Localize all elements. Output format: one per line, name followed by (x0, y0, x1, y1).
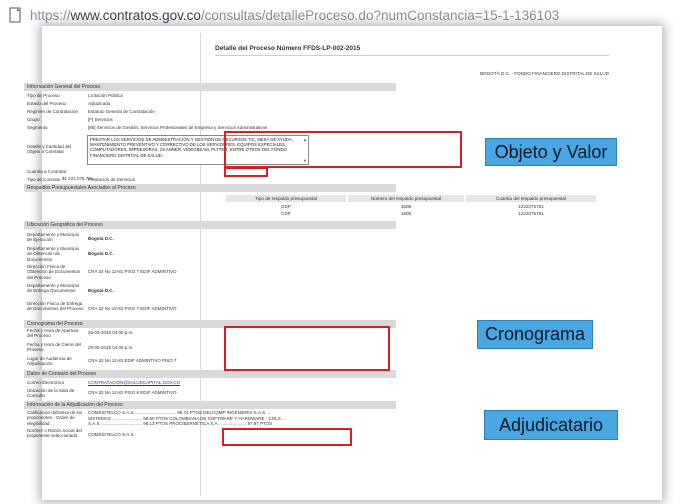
label: Departamento y Municipio de Entrega Docu… (27, 283, 80, 294)
label: Segmento (27, 125, 48, 130)
section-adjudicacion: Información de la Adjudicación del Proce… (24, 401, 396, 409)
value: [F] Servicios (88, 117, 113, 122)
label: Correo Electrónico (27, 380, 65, 385)
section-geografica: Ubicación Geográfica del Proceso (24, 221, 396, 229)
label: Dirección Física de Obtención de Documen… (27, 264, 81, 280)
value: Licitación Pública (88, 93, 123, 98)
callout-cronograma: Cronograma (477, 320, 593, 349)
value: CRA 32 No 12-81 PISO 7 EDIF ADMINTIVO (88, 306, 177, 311)
value: Prestación de Servicios (88, 177, 136, 182)
objeto-highlight (224, 131, 462, 168)
value: COMSISTELCO S.A.S. (88, 432, 135, 437)
label: Departamento y Municipio de Obtención de… (27, 246, 80, 262)
value-line: S.A.S. ................................ … (88, 421, 273, 426)
value: Bogotá D.C. (88, 251, 114, 256)
url-host: www.contratos.gov.co (70, 7, 201, 23)
label: Fecha y Hora de Apertura del Proceso (27, 328, 79, 339)
value: CRA 32 No 12-81 PISO 6 EDIF ADMINTIVO (88, 390, 177, 395)
value: Bogotá D.C. (88, 288, 114, 293)
url-prefix: https:// (30, 7, 71, 23)
table-cell: 1608 (400, 204, 412, 209)
value: CRA 32 No 12-81 EDIF ADMINTIVO PISO 7 (88, 358, 177, 363)
table-cell: 1222075791 (518, 211, 544, 216)
label: Fecha y Hora de Cierre del Proceso (27, 342, 82, 353)
table-cell: 1608 (400, 211, 412, 216)
label: Nombre o Razón Social del proponente sel… (27, 428, 82, 439)
col-header: Tipo de respaldo presupuestal (226, 195, 346, 202)
callout-objeto: Objeto y Valor (485, 138, 617, 166)
divider (215, 55, 609, 56)
value: CRA 32 No 12-81 PISO 7 EDIF ADMINTIVO (88, 269, 177, 274)
adjudicatario-highlight (222, 428, 352, 446)
callout-cronograma-text: Cronograma (484, 324, 586, 344)
label: Tipo de Proceso (27, 93, 60, 98)
section-contacto: Datos de Contacto del Proceso (24, 370, 396, 378)
label: Cuantía a Contratar (27, 169, 67, 174)
label: Lugar de Audiencia de Adjudicación (27, 356, 72, 367)
label: Régimen de Contratación (27, 109, 79, 114)
label: Calificación definitiva de los proponent… (27, 410, 83, 426)
value: Adjudicado (88, 101, 111, 106)
url-text[interactable]: https://www.contratos.gov.co/consultas/d… (30, 8, 559, 23)
table-cell: 1222075791 (518, 204, 544, 209)
label: Tipo de Contrato (27, 177, 61, 182)
col-header: Cuantía del respaldo presupuestal (466, 195, 596, 202)
email-link[interactable]: CONTRATACION@SALUDCAPITAL.GOV.CO (88, 380, 180, 385)
label: Detalle y Cantidad del Objeto a Contrata… (27, 144, 72, 155)
cuantia-highlight (224, 167, 268, 177)
callout-adjudicatario-text: Adjudicatario (498, 414, 604, 435)
table-cell: CDP (281, 204, 291, 209)
entity-name: BOGOTÁ D.C. - FONDO FINANCIERO DISTRITAL… (480, 71, 609, 76)
value: 25-05-2015 04:00 p.m. (88, 345, 134, 350)
section-general: Información General del Proceso (24, 83, 396, 91)
label: Dirección Física de Entrega de Documento… (27, 301, 84, 312)
label: Ubicación de la Sala de Consulta (27, 388, 75, 399)
value: 25-03-2015 04:00 p.m. (88, 330, 134, 335)
label: Estado del Proceso (27, 101, 67, 106)
value: Estatuto General de Contratación (88, 109, 155, 114)
col-header: Número del respaldo presupuestal (348, 195, 464, 202)
url-path: /consultas/detalleProceso.do?numConstanc… (200, 7, 560, 23)
cronograma-highlight (224, 326, 390, 371)
value: Bogotá D.C. (88, 236, 114, 241)
value: [80] Servicios de Gestión, Servicios Pro… (88, 125, 268, 130)
page-title: Detalle del Proceso Número FFDS-LP-002-2… (215, 45, 361, 52)
callout-objeto-text: Objeto y Valor (494, 141, 608, 162)
section-presupuestales: Respaldos Presupuestales Asociados al Pr… (24, 184, 396, 192)
label: Departamento y Municipio de Ejecución (27, 232, 80, 243)
table-cell: CDP (281, 211, 291, 216)
label: Grupo (27, 117, 40, 122)
callout-adjudicatario: Adjudicatario (484, 410, 618, 440)
page-info-icon[interactable] (8, 7, 24, 23)
